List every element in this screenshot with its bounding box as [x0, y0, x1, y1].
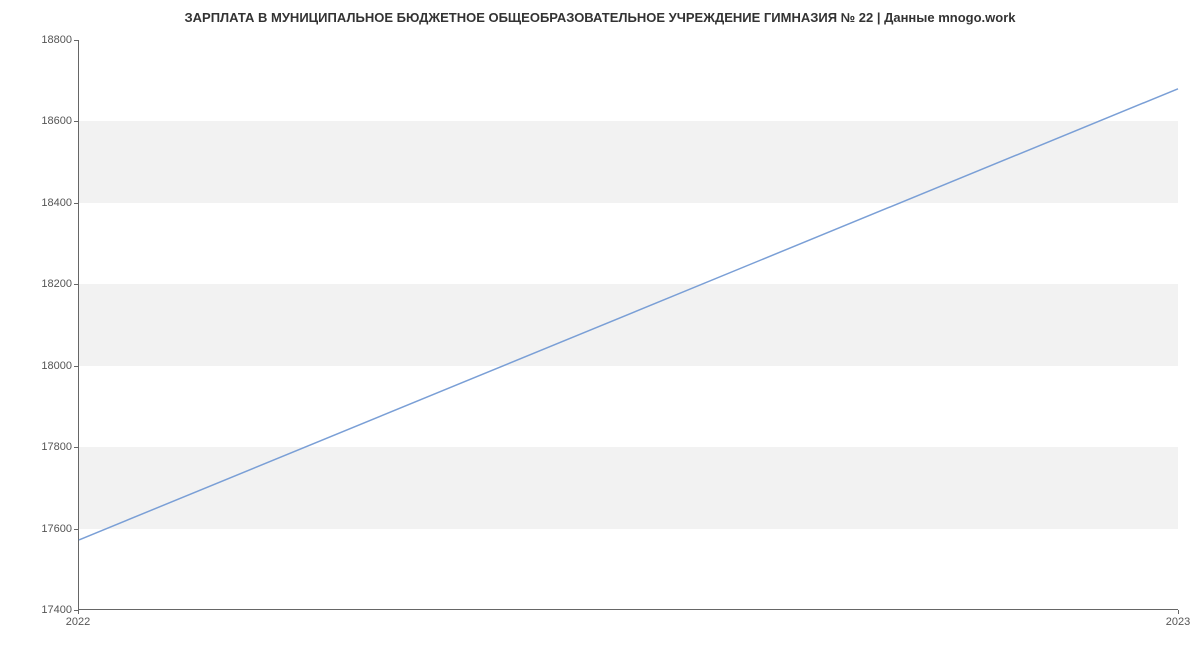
y-tick-label: 17600	[41, 523, 72, 535]
y-tick-label: 17400	[41, 604, 72, 616]
x-tick-label: 2022	[66, 616, 90, 628]
y-tick-mark	[74, 366, 78, 367]
y-tick-mark	[74, 284, 78, 285]
y-tick-mark	[74, 203, 78, 204]
y-tick-label: 18000	[41, 360, 72, 372]
x-tick-mark	[78, 610, 79, 614]
y-tick-mark	[74, 121, 78, 122]
y-tick-mark	[74, 529, 78, 530]
y-tick-label: 18600	[41, 115, 72, 127]
y-tick-label: 18400	[41, 197, 72, 209]
x-tick-label: 2023	[1166, 616, 1190, 628]
y-tick-mark	[74, 40, 78, 41]
y-tick-label: 17800	[41, 441, 72, 453]
y-tick-label: 18800	[41, 34, 72, 46]
y-tick-label: 18200	[41, 278, 72, 290]
chart-title: ЗАРПЛАТА В МУНИЦИПАЛЬНОЕ БЮДЖЕТНОЕ ОБЩЕО…	[0, 0, 1200, 29]
chart-container: ЗАРПЛАТА В МУНИЦИПАЛЬНОЕ БЮДЖЕТНОЕ ОБЩЕО…	[0, 0, 1200, 650]
x-tick-mark	[1178, 610, 1179, 614]
y-tick-mark	[74, 447, 78, 448]
plot-area	[78, 40, 1178, 610]
chart-line	[79, 40, 1178, 609]
